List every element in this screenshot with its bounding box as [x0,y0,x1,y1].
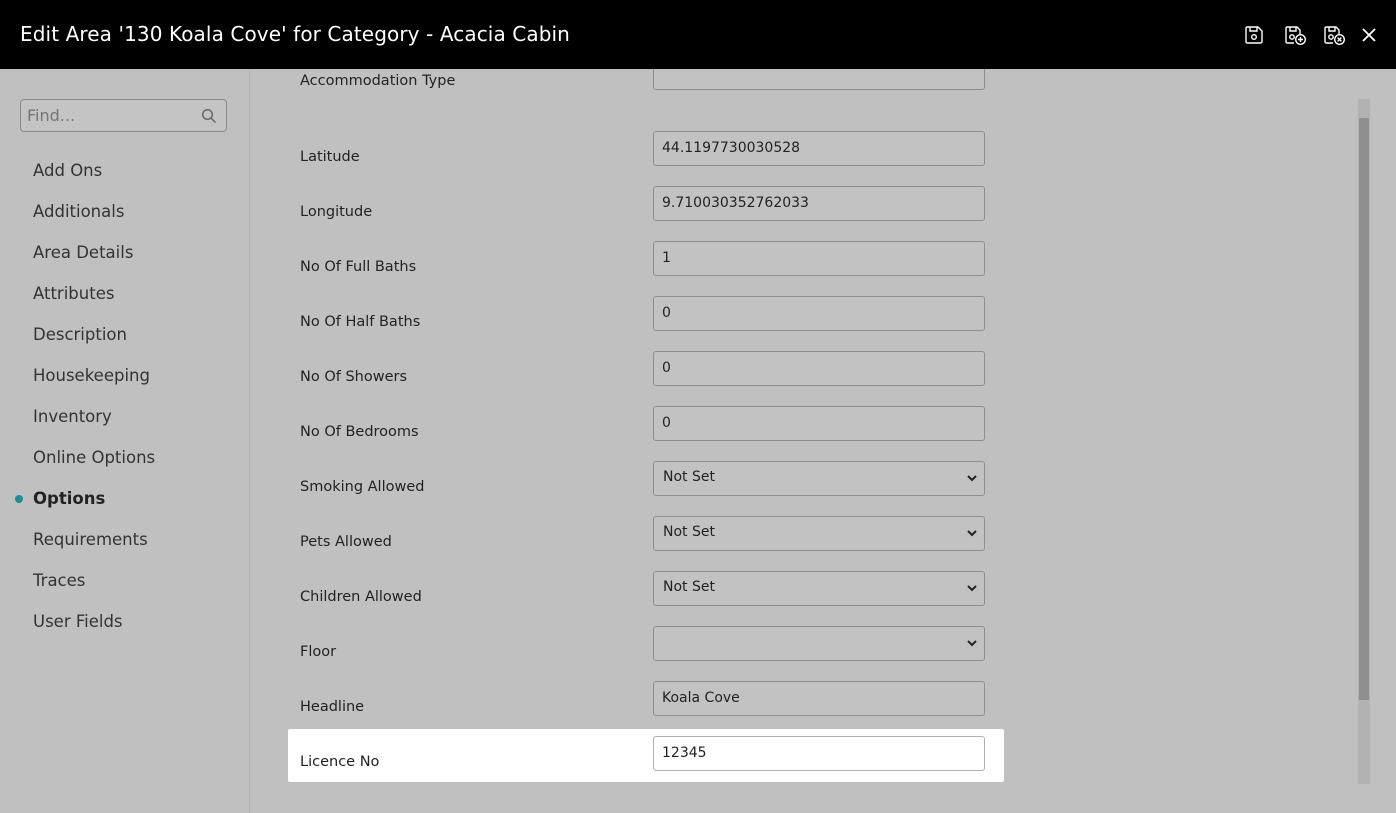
sidebar-item-description[interactable]: Description [0,314,249,355]
sidebar-item-label: Inventory [33,407,112,426]
select-value: Not Set [663,469,715,485]
field-label: No Of Bedrooms [300,424,419,440]
save-and-close-icon[interactable] [1322,24,1346,46]
form-row-smoking-allowed: Smoking Allowed Not Set [250,461,1010,516]
half-baths-field[interactable]: 0 [653,296,985,331]
scrollbar-thumb[interactable] [1359,118,1369,700]
sidebar-item-label: Area Details [33,243,134,262]
sidebar: Add Ons Additionals Area Details Attribu… [0,69,250,813]
form-row-accommodation-type: Accommodation Type [250,69,1010,110]
close-icon[interactable] [1360,24,1378,46]
form-row-latitude: Latitude 44.1197730030528 [250,131,1010,186]
title-bar: Edit Area '130 Koala Cove' for Category … [0,0,1396,69]
field-label: Headline [300,699,365,715]
sidebar-item-label: Additionals [33,202,125,221]
save-and-new-icon[interactable] [1283,24,1307,46]
sidebar-item-requirements[interactable]: Requirements [0,519,249,560]
field-label: No Of Half Baths [300,314,421,330]
form-row-bedrooms: No Of Bedrooms 0 [250,406,1010,461]
sidebar-item-online-options[interactable]: Online Options [0,437,249,478]
options-form: Accommodation Type Latitude 44.119773003… [250,69,1358,813]
form-row-full-baths: No Of Full Baths 1 [250,241,1010,296]
chevron-down-icon [967,585,977,592]
sidebar-item-housekeeping[interactable]: Housekeeping [0,355,249,396]
form-row-children-allowed: Children Allowed Not Set [250,571,1010,626]
sidebar-item-label: User Fields [33,612,123,631]
full-baths-field[interactable]: 1 [653,241,985,276]
children-allowed-select[interactable]: Not Set [653,571,985,606]
sidebar-item-additionals[interactable]: Additionals [0,191,249,232]
sidebar-item-area-details[interactable]: Area Details [0,232,249,273]
licence-no-field[interactable]: 12345 [653,736,985,771]
field-label: Floor [300,644,337,660]
form-row-floor: Floor [250,626,1010,681]
active-indicator-dot [15,495,23,503]
sidebar-item-label: Add Ons [33,161,103,180]
field-label: Latitude [300,149,360,165]
sidebar-item-label: Attributes [33,284,115,303]
search-icon[interactable] [201,108,217,124]
search-input[interactable] [21,100,203,131]
sidebar-item-label: Requirements [33,530,148,549]
field-label: No Of Showers [300,369,408,385]
floor-select[interactable] [653,626,985,661]
accommodation-type-field[interactable] [653,69,985,90]
sidebar-item-attributes[interactable]: Attributes [0,273,249,314]
bedrooms-field[interactable]: 0 [653,406,985,441]
sidebar-item-label: Online Options [33,448,156,467]
field-label: Longitude [300,204,373,220]
form-row-headline: Headline Koala Cove [250,681,1010,736]
sidebar-item-add-ons[interactable]: Add Ons [0,150,249,191]
form-row-longitude: Longitude 9.710030352762033 [250,186,1010,241]
sidebar-item-traces[interactable]: Traces [0,560,249,601]
select-value: Not Set [663,579,715,595]
sidebar-item-inventory[interactable]: Inventory [0,396,249,437]
sidebar-item-label: Options [33,489,106,508]
window-title: Edit Area '130 Koala Cove' for Category … [20,22,570,46]
form-row-pets-allowed: Pets Allowed Not Set [250,516,1010,571]
chevron-down-icon [967,640,977,647]
longitude-field[interactable]: 9.710030352762033 [653,186,985,221]
sidebar-item-label: Description [33,325,127,344]
headline-field[interactable]: Koala Cove [653,681,985,716]
sidebar-item-label: Housekeeping [33,366,150,385]
pets-allowed-select[interactable]: Not Set [653,516,985,551]
field-label: No Of Full Baths [300,259,417,275]
sidebar-item-options[interactable]: Options [0,478,249,519]
save-icon[interactable] [1243,24,1265,46]
form-row-showers: No Of Showers 0 [250,351,1010,406]
field-label: Licence No [300,754,380,770]
latitude-field[interactable]: 44.1197730030528 [653,131,985,166]
field-label: Accommodation Type [300,73,456,89]
sidebar-nav: Add Ons Additionals Area Details Attribu… [0,150,249,642]
select-value: Not Set [663,524,715,540]
field-label: Children Allowed [300,589,422,605]
sidebar-item-label: Traces [33,571,86,590]
search-box[interactable] [20,99,227,132]
chevron-down-icon [967,475,977,482]
sidebar-item-user-fields[interactable]: User Fields [0,601,249,642]
showers-field[interactable]: 0 [653,351,985,386]
form-row-licence-no: Licence No 12345 [250,736,1010,791]
smoking-allowed-select[interactable]: Not Set [653,461,985,496]
field-label: Smoking Allowed [300,479,425,495]
field-label: Pets Allowed [300,534,392,550]
chevron-down-icon [967,530,977,537]
form-row-half-baths: No Of Half Baths 0 [250,296,1010,351]
